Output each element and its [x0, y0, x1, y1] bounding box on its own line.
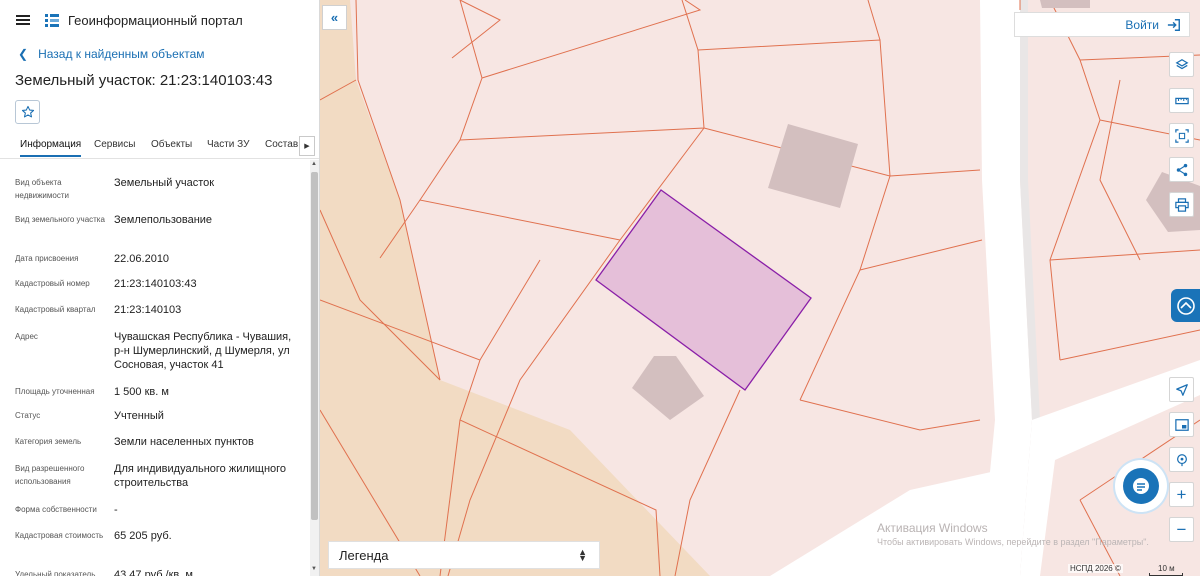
- properties-list: Вид объекта недвижимости Земельный участ…: [0, 160, 310, 576]
- property-label: Дата присвоения: [15, 254, 79, 263]
- double-chevron-left-icon: «: [330, 10, 339, 25]
- print-button[interactable]: [1169, 192, 1194, 217]
- property-label: Кадастровый номер: [15, 279, 90, 288]
- scroll-down-arrow-icon[interactable]: ▼: [311, 566, 317, 572]
- scrollbar-thumb[interactable]: [311, 172, 318, 520]
- info-tabs: Информация Сервисы Объекты Части ЗУ Сост…: [0, 133, 319, 159]
- zoom-in-icon: +: [1176, 485, 1187, 504]
- info-panel: Геоинформационный портал ❮ Назад к найде…: [0, 0, 320, 576]
- login-label: Войти: [1125, 17, 1159, 32]
- geolocation-icon: [1175, 383, 1188, 396]
- tab-info[interactable]: Информация: [20, 139, 82, 157]
- print-icon: [1174, 197, 1189, 212]
- legend-label: Легенда: [339, 547, 389, 563]
- property-label: Удельный показатель: [15, 570, 96, 576]
- share-icon: [1176, 163, 1187, 176]
- chevron-updown-icon: ▲ ▼: [578, 547, 587, 563]
- zoom-out-button[interactable]: −: [1169, 517, 1194, 542]
- side-panel-tab[interactable]: [1171, 289, 1200, 322]
- area-select-button[interactable]: [1169, 123, 1194, 148]
- property-value: Земли населенных пунктов: [114, 436, 254, 448]
- location-button[interactable]: [1169, 447, 1194, 472]
- top-bar: Геоинформационный портал: [0, 0, 319, 40]
- tab-objects[interactable]: Объекты: [151, 139, 192, 150]
- property-label: Статус: [15, 411, 41, 420]
- property-value: -: [114, 504, 118, 516]
- menu-icon[interactable]: [16, 15, 30, 25]
- property-value: 65 205 руб.: [114, 530, 172, 542]
- layers-icon: [1175, 58, 1188, 69]
- chevron-right-icon: ▶: [304, 143, 310, 150]
- geolocation-button[interactable]: [1169, 377, 1194, 402]
- copyright-label: НСПД 2026 ©: [1068, 564, 1123, 573]
- portal-logo-icon: [45, 14, 59, 27]
- map-canvas[interactable]: [320, 0, 1200, 576]
- map-view[interactable]: [320, 0, 1200, 576]
- watermark-title: Активация Windows: [877, 521, 988, 535]
- portal-title: Геоинформационный портал: [68, 12, 243, 28]
- minimap-button[interactable]: [1169, 412, 1194, 437]
- building-footprint: [632, 356, 704, 420]
- scale-label: 10 м: [1158, 564, 1175, 573]
- tab-composition[interactable]: Состав: [265, 139, 298, 150]
- chat-button[interactable]: [1115, 460, 1167, 512]
- tab-services[interactable]: Сервисы: [94, 139, 135, 150]
- selected-parcel[interactable]: [595, 189, 812, 391]
- scroll-up-arrow-icon[interactable]: ▲: [311, 161, 317, 167]
- zoom-out-icon: −: [1176, 520, 1187, 539]
- property-value: 43,47 руб./кв. м: [114, 569, 193, 576]
- property-label: Площадь уточненная: [15, 387, 95, 396]
- property-label: Категория земель: [15, 437, 82, 446]
- area-select-icon: [1174, 128, 1189, 143]
- object-title: Земельный участок: 21:23:140103:43: [15, 72, 273, 89]
- property-label: Вид объекта недвижимости: [15, 178, 69, 200]
- login-icon: [1167, 18, 1180, 31]
- share-button[interactable]: [1169, 157, 1194, 182]
- tab-parts[interactable]: Части ЗУ: [207, 139, 249, 150]
- star-icon: [21, 105, 34, 118]
- minimap-icon: [1174, 418, 1189, 431]
- ruler-icon: [1174, 97, 1189, 104]
- property-value: Для индивидуального жилищного строительс…: [114, 463, 287, 489]
- property-value: Чувашская Республика - Чувашия, р-н Шуме…: [114, 331, 292, 371]
- property-value: 1 500 кв. м: [114, 386, 169, 398]
- collapse-panel-button[interactable]: «: [322, 5, 347, 30]
- property-value: Земельный участок: [114, 177, 215, 189]
- zoom-in-button[interactable]: +: [1169, 482, 1194, 507]
- property-label: Вид разрешенного использования: [15, 464, 85, 486]
- property-value: 21:23:140103:43: [114, 278, 197, 290]
- chat-icon-circle: [1123, 468, 1159, 504]
- measure-button[interactable]: [1169, 88, 1194, 113]
- building-footprint: [768, 124, 858, 208]
- watermark-text: Чтобы активировать Windows, перейдите в …: [877, 537, 1149, 547]
- layers-button[interactable]: [1169, 52, 1194, 77]
- property-label: Кадастровый квартал: [15, 305, 96, 314]
- back-to-results-link[interactable]: ❮ Назад к найденным объектам: [18, 47, 205, 61]
- login-button[interactable]: Войти: [1014, 12, 1190, 37]
- favorite-button[interactable]: [15, 100, 40, 124]
- chat-icon: [1133, 478, 1149, 494]
- tabs-scroll-right-button[interactable]: ▶: [299, 136, 315, 156]
- property-value: Землепользование: [114, 214, 213, 226]
- property-label: Вид земельного участка: [15, 215, 105, 224]
- legend-selector[interactable]: Легенда ▲ ▼: [328, 541, 600, 569]
- property-label: Кадастровая стоимость: [15, 531, 104, 540]
- location-pin-icon: [1176, 453, 1187, 466]
- back-link-label: Назад к найденным объектам: [38, 47, 205, 61]
- map-panel-icon: [1176, 296, 1195, 315]
- building-footprint: [1040, 0, 1090, 8]
- property-value: 22.06.2010: [114, 253, 170, 265]
- property-label: Адрес: [15, 332, 38, 341]
- property-value: Учтенный: [114, 410, 164, 422]
- property-value: 21:23:140103: [114, 304, 182, 316]
- chevron-left-icon: ❮: [18, 47, 29, 61]
- property-label: Форма собственности: [15, 505, 97, 514]
